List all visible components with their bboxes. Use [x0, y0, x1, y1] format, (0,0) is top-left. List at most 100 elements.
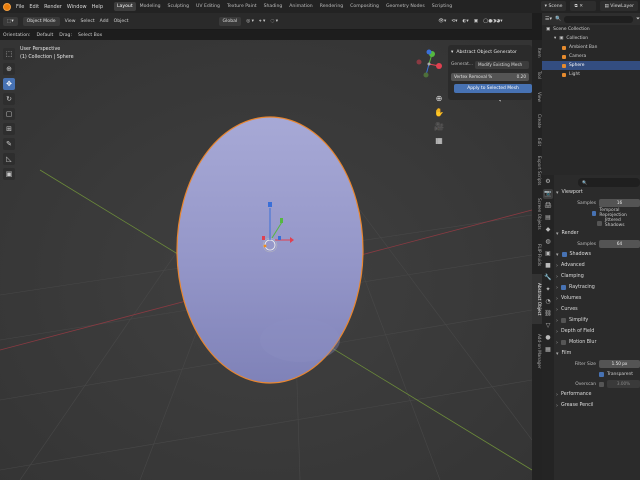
texture-props-icon[interactable]: ▦ [543, 345, 553, 355]
output-props-icon[interactable]: 🖨 [543, 201, 553, 211]
section-render[interactable]: ▾ Render [556, 228, 640, 239]
blender-logo-icon[interactable] [3, 2, 11, 11]
shading-modes-icon[interactable]: ◯●◑◕▾ [483, 19, 502, 24]
tab-flip-fluids[interactable]: FLIP Fluids [532, 238, 542, 272]
menu-file[interactable]: File [16, 4, 24, 10]
gizmo-toggle-icon[interactable]: ⟲▾ [451, 19, 457, 24]
xray-icon[interactable]: ▣ [474, 19, 478, 24]
properties-search-input[interactable]: 🔍 [578, 178, 640, 187]
select-box-tool-icon[interactable]: ⬚ [3, 48, 15, 60]
scene-options[interactable]: ⧉ ✕ [570, 1, 597, 11]
snap-icon[interactable]: ⌖ ▾ [259, 18, 265, 24]
pan-hand-icon[interactable]: ✋ [434, 108, 444, 118]
tab-addon-manager[interactable]: Add-on Manager [532, 326, 542, 376]
move-tool-icon[interactable]: ✥ [3, 78, 15, 90]
tab-create[interactable]: Create [532, 110, 542, 132]
editor-type-button[interactable]: ⬚▾ [3, 16, 18, 26]
annotate-tool-icon[interactable]: ✎ [3, 138, 15, 150]
transparent-checkbox[interactable] [599, 371, 604, 377]
view-layer-selector[interactable]: ▤ ViewLayer [600, 1, 638, 11]
outliner-item-camera[interactable]: Camera [542, 52, 640, 61]
menu-select[interactable]: Select [81, 19, 95, 24]
tab-edit[interactable]: Edit [532, 134, 542, 150]
raytracing-checkbox[interactable] [561, 285, 566, 290]
scene-props-icon[interactable]: ◆ [543, 225, 553, 235]
outliner-item-light[interactable]: Light [542, 70, 640, 79]
tab-item[interactable]: Item [532, 44, 542, 62]
outliner-item-ambient[interactable]: Ambient Ban [542, 43, 640, 52]
cursor-tool-icon[interactable]: ⊕ [3, 63, 15, 75]
filter-icon[interactable]: ⏷ [636, 16, 640, 22]
render-samples-field[interactable]: 64 [599, 240, 640, 248]
data-props-icon[interactable]: ▽ [543, 321, 553, 331]
section-film[interactable]: ▾ Film [556, 348, 640, 359]
material-props-icon[interactable]: ● [543, 333, 553, 343]
tab-abstract-object[interactable]: Abstract Object [532, 274, 542, 324]
shadows-checkbox[interactable] [561, 252, 567, 257]
measure-tool-icon[interactable]: ◺ [3, 153, 15, 165]
scene-selector[interactable]: ▾ Scene [540, 1, 567, 11]
3d-viewport[interactable]: User Perspective (1) Collection | Sphere [0, 40, 532, 480]
section-shadows[interactable]: ▾ Shadows [556, 249, 640, 260]
aog-panel-header[interactable]: ▾ Abstract Object Generator [451, 47, 529, 57]
outliner-editor-icon[interactable]: ☰▾ [545, 16, 552, 22]
tab-rendering[interactable]: Rendering [317, 2, 346, 11]
tab-compositing[interactable]: Compositing [347, 2, 382, 11]
tab-modeling[interactable]: Modeling [137, 2, 164, 11]
collection-props-icon[interactable]: ▣ [543, 249, 553, 259]
menu-help[interactable]: Help [92, 4, 103, 10]
tab-scripting[interactable]: Scripting [429, 2, 455, 11]
rotate-tool-icon[interactable]: ↻ [3, 93, 15, 105]
outliner-search-input[interactable] [564, 15, 633, 23]
outliner-collection[interactable]: ▾ ▣ Collection [542, 34, 640, 43]
overlay-icon[interactable]: ◐▾ [462, 19, 468, 24]
navigation-gizmo[interactable] [414, 49, 444, 79]
outliner-scene-collection[interactable]: ▣ Scene Collection [542, 25, 640, 34]
temporal-checkbox[interactable] [592, 210, 597, 216]
tab-layout[interactable]: Layout [114, 2, 136, 11]
chevron-down-icon[interactable]: ▾ [554, 36, 556, 41]
menu-window[interactable]: Window [67, 4, 87, 10]
section-grease-pencil[interactable]: › Grease Pencil [556, 400, 640, 411]
aog-generate-select[interactable]: Modify Existing Mesh [475, 60, 529, 69]
outliner-search-icon[interactable]: 🔍 [555, 16, 561, 22]
menu-view[interactable]: View [65, 19, 76, 24]
view-layer-props-icon[interactable]: ▤ [543, 213, 553, 223]
filter-size-field[interactable]: 1.50 px [599, 360, 640, 368]
section-volumes[interactable]: › Volumes [556, 293, 640, 304]
outliner-item-sphere[interactable]: Sphere [542, 61, 640, 70]
overscan-checkbox[interactable] [599, 381, 604, 387]
section-depth-of-field[interactable]: › Depth of Field [556, 326, 640, 337]
drag-value[interactable]: Select Box [78, 33, 102, 38]
perspective-toggle-icon[interactable]: ▦ [434, 136, 444, 146]
modifier-props-icon[interactable]: 🔧 [543, 273, 553, 283]
mode-selector[interactable]: Object Mode [22, 16, 60, 26]
jittered-checkbox[interactable] [597, 220, 602, 226]
menu-edit[interactable]: Edit [29, 4, 39, 10]
overscan-field[interactable]: 3.00% [607, 380, 640, 388]
menu-render[interactable]: Render [44, 4, 62, 10]
section-curves[interactable]: › Curves [556, 304, 640, 315]
tool-props-icon[interactable]: ⚙ [543, 177, 553, 187]
tab-uv-editing[interactable]: UV Editing [193, 2, 223, 11]
tab-shading[interactable]: Shading [261, 2, 286, 11]
tab-screen-objects[interactable]: Screen Objects [532, 192, 542, 236]
scale-tool-icon[interactable]: ▢ [3, 108, 15, 120]
proportional-icon[interactable]: ◌ ▾ [270, 19, 278, 24]
menu-object[interactable]: Object [114, 19, 129, 24]
world-props-icon[interactable]: ◍ [543, 237, 553, 247]
viewport-samples-field[interactable]: 16 [599, 199, 640, 207]
transform-tool-icon[interactable]: ⊞ [3, 123, 15, 135]
section-motion-blur[interactable]: › Motion Blur [556, 337, 640, 348]
camera-view-icon[interactable]: 🎥 [434, 122, 444, 132]
apply-to-selected-mesh-button[interactable]: Apply to Selected Mesh [454, 84, 532, 93]
motion-blur-checkbox[interactable] [561, 340, 566, 345]
render-props-icon[interactable]: 📷 [543, 189, 553, 199]
section-simplify[interactable]: › Simplify [556, 315, 640, 326]
section-viewport[interactable]: ▾ Viewport [556, 187, 640, 198]
tab-tool[interactable]: Tool [532, 66, 542, 84]
pivot-icon[interactable]: ◎ ▾ [246, 19, 254, 24]
add-cube-tool-icon[interactable]: ▣ [3, 168, 15, 180]
tab-animation[interactable]: Animation [286, 2, 315, 11]
transform-orientation[interactable]: Global [218, 16, 242, 26]
